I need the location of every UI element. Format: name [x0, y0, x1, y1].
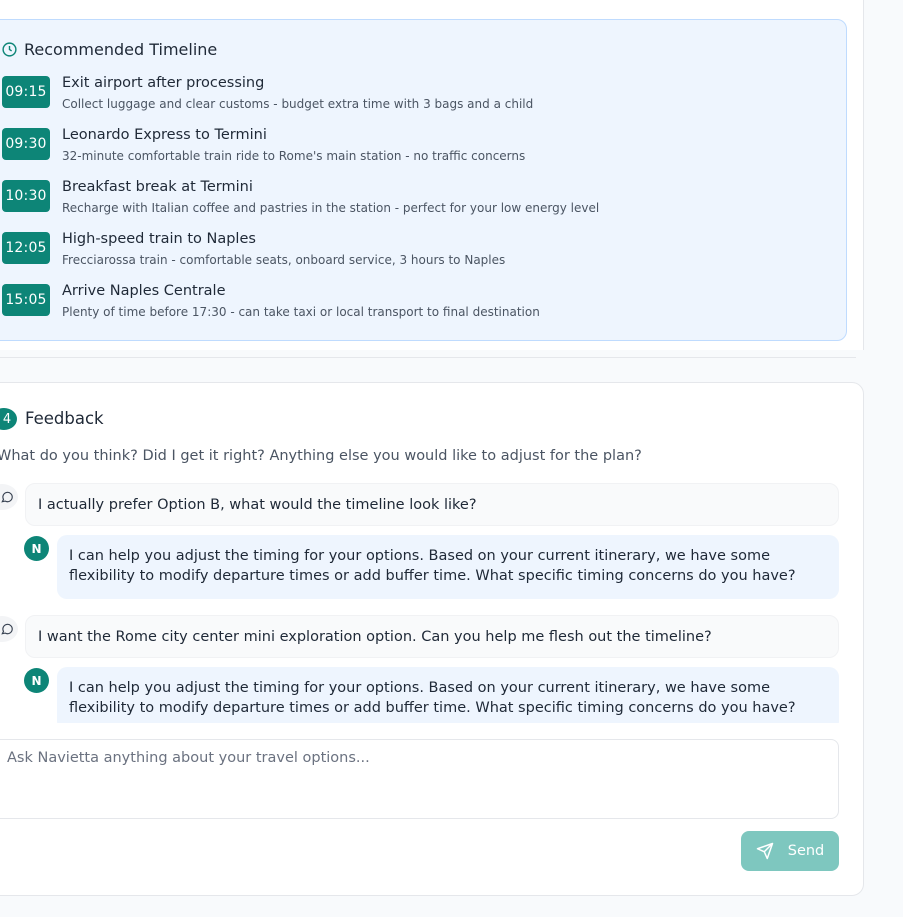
time-badge: 10:30: [2, 180, 50, 212]
chat-scroll-area[interactable]: N I can help you adjust the timing for y…: [0, 660, 860, 723]
timeline-item-desc: Collect luggage and clear customs - budg…: [62, 97, 534, 111]
timeline-item-title: High-speed train to Naples: [62, 231, 256, 247]
timeline-item-title: Breakfast break at Termini: [62, 179, 253, 195]
user-message: I want the Rome city center mini explora…: [25, 615, 839, 658]
assistant-avatar: N: [24, 536, 49, 561]
assistant-message: I can help you adjust the timing for you…: [57, 535, 839, 599]
time-badge: 09:15: [2, 76, 50, 108]
timeline-item-title: Exit airport after processing: [62, 75, 265, 91]
timeline-item: 12:05 High-speed train to Naples Freccia…: [2, 231, 506, 268]
time-badge: 15:05: [2, 284, 50, 316]
assistant-message: I can help you adjust the timing for you…: [57, 667, 839, 723]
user-message: I actually prefer Option B, what would t…: [25, 483, 839, 526]
feedback-title: Feedback: [25, 409, 104, 428]
timeline-item: 09:30 Leonardo Express to Termini 32-min…: [2, 127, 526, 164]
timeline-item-desc: Frecciarossa train - comfortable seats, …: [62, 253, 506, 267]
assistant-avatar: N: [24, 668, 49, 693]
timeline-title: Recommended Timeline: [24, 40, 218, 59]
timeline-item-title: Arrive Naples Centrale: [62, 283, 226, 299]
time-badge: 09:30: [2, 128, 50, 160]
chat-input[interactable]: [0, 739, 839, 819]
timeline-item-desc: Recharge with Italian coffee and pastrie…: [62, 201, 600, 215]
timeline-item-title: Leonardo Express to Termini: [62, 127, 267, 143]
timeline-item-desc: Plenty of time before 17:30 - can take t…: [62, 305, 540, 319]
send-button[interactable]: Send: [741, 831, 839, 871]
send-button-label: Send: [787, 843, 825, 859]
feedback-prompt: What do you think? Did I get it right? A…: [0, 448, 642, 464]
chat-bubble-icon: [1, 491, 13, 503]
timeline-item: 09:15 Exit airport after processing Coll…: [2, 75, 534, 112]
timeline-header: Recommended Timeline: [1, 40, 217, 59]
chat-bubble-icon: [1, 623, 13, 635]
timeline-item-desc: 32-minute comfortable train ride to Rome…: [62, 149, 526, 163]
section-divider: [0, 357, 856, 358]
timeline-item: 15:05 Arrive Naples Centrale Plenty of t…: [2, 283, 540, 320]
send-icon: [756, 842, 773, 860]
clock-icon: [2, 42, 17, 57]
time-badge: 12:05: [2, 232, 50, 264]
timeline-item: 10:30 Breakfast break at Termini Recharg…: [2, 179, 600, 216]
